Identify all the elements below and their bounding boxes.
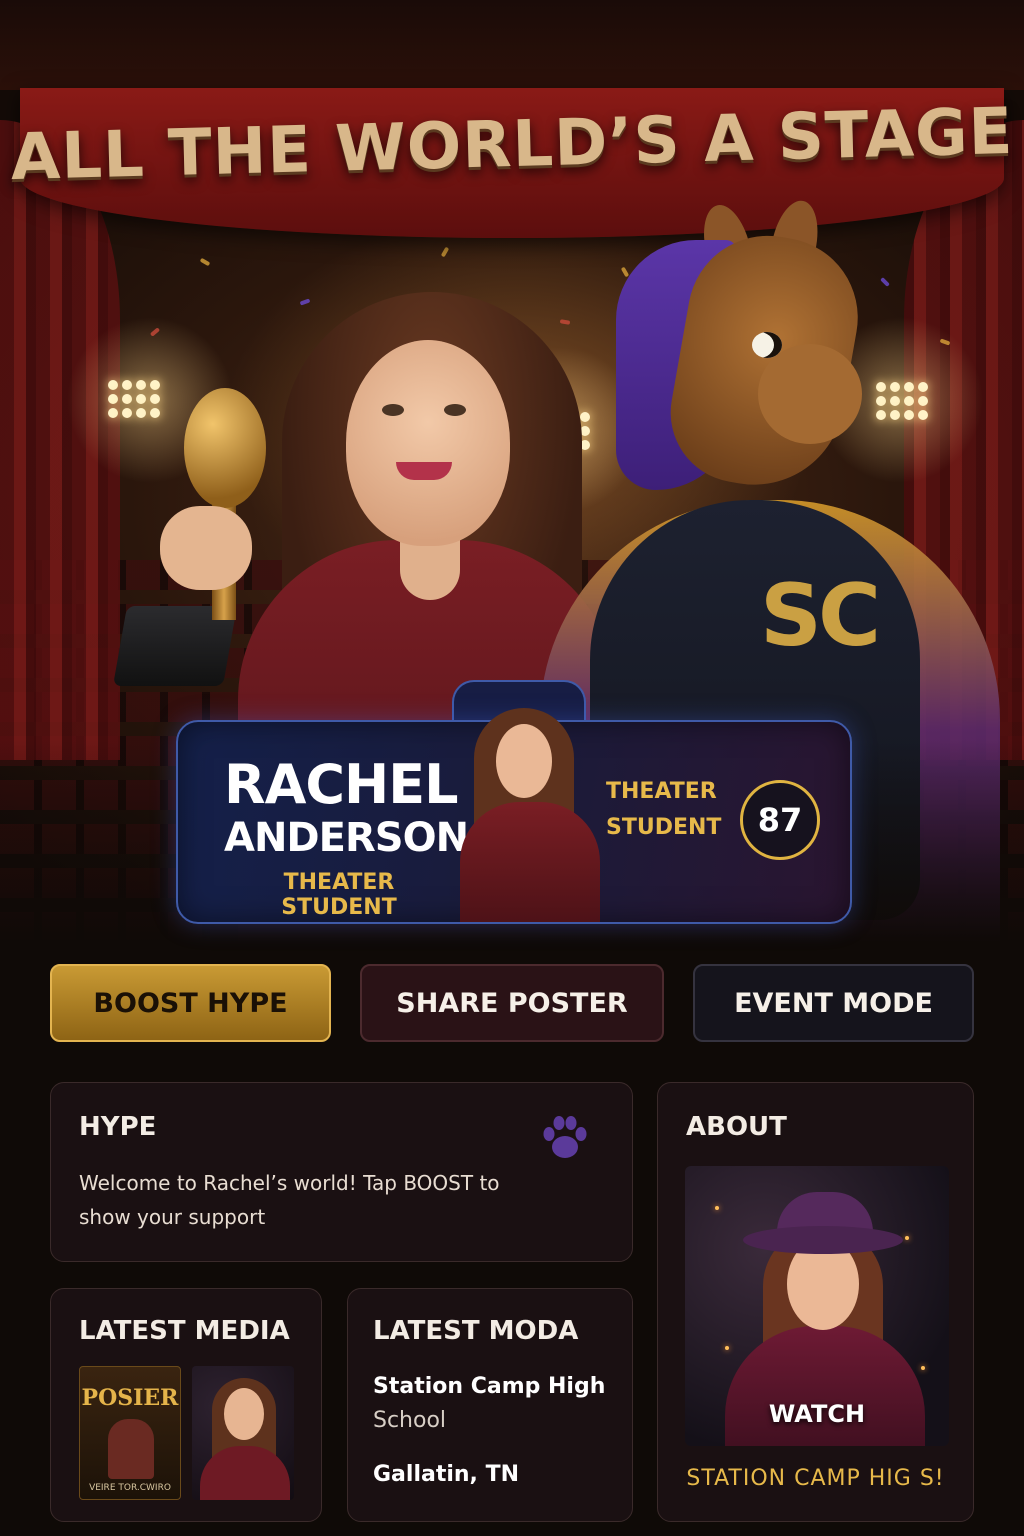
hype-message: Welcome to Rachel’s world! Tap BOOST to … [79, 1171, 500, 1229]
poster-thumbnail-title: POSIER [81, 1385, 179, 1411]
confetti [299, 298, 311, 306]
event-mode-button[interactable]: EVENT MODE [693, 964, 974, 1042]
profile-last-name: ANDERSON [224, 815, 469, 861]
moda-location: Gallatin, TN [373, 1462, 519, 1487]
mascot-jersey-letters: SC [760, 566, 881, 666]
media-thumbnail-poster[interactable]: POSIER VEIRE TOR.CWIRO [79, 1366, 181, 1500]
confetti [880, 277, 890, 287]
confetti [559, 319, 571, 325]
stage-light-icon [876, 382, 928, 420]
latest-moda-title: LATEST MODA [373, 1316, 579, 1346]
poster-thumbnail-subtitle: VEIRE TOR.CWIRO [89, 1483, 171, 1493]
hype-score-badge: 87 [740, 780, 820, 860]
media-thumbnail-photo[interactable] [192, 1366, 294, 1500]
confetti [199, 257, 211, 267]
latest-media-title: LATEST MEDIA [79, 1316, 290, 1346]
moda-school-name: Station Camp High School [373, 1374, 606, 1433]
stage-valance [0, 0, 1024, 90]
share-poster-button[interactable]: SHARE POSTER [360, 964, 664, 1042]
boost-hype-button[interactable]: BOOST HYPE [50, 964, 331, 1042]
profile-avatar [456, 694, 600, 922]
watch-button[interactable]: WATCH [685, 1400, 949, 1428]
confetti [440, 246, 450, 258]
paw-icon [543, 1116, 587, 1158]
about-caption: STATION CAMP HIG S! [686, 1466, 945, 1491]
profile-role-badge: THEATER STUDENT [606, 779, 722, 840]
profile-role: THEATER STUDENT [281, 870, 397, 920]
stage-light-icon [108, 380, 160, 418]
about-title: ABOUT [686, 1112, 787, 1142]
profile-name: RACHEL ANDERSON [224, 753, 469, 861]
hype-title: HYPE [79, 1112, 157, 1142]
profile-first-name: RACHEL [224, 753, 459, 816]
